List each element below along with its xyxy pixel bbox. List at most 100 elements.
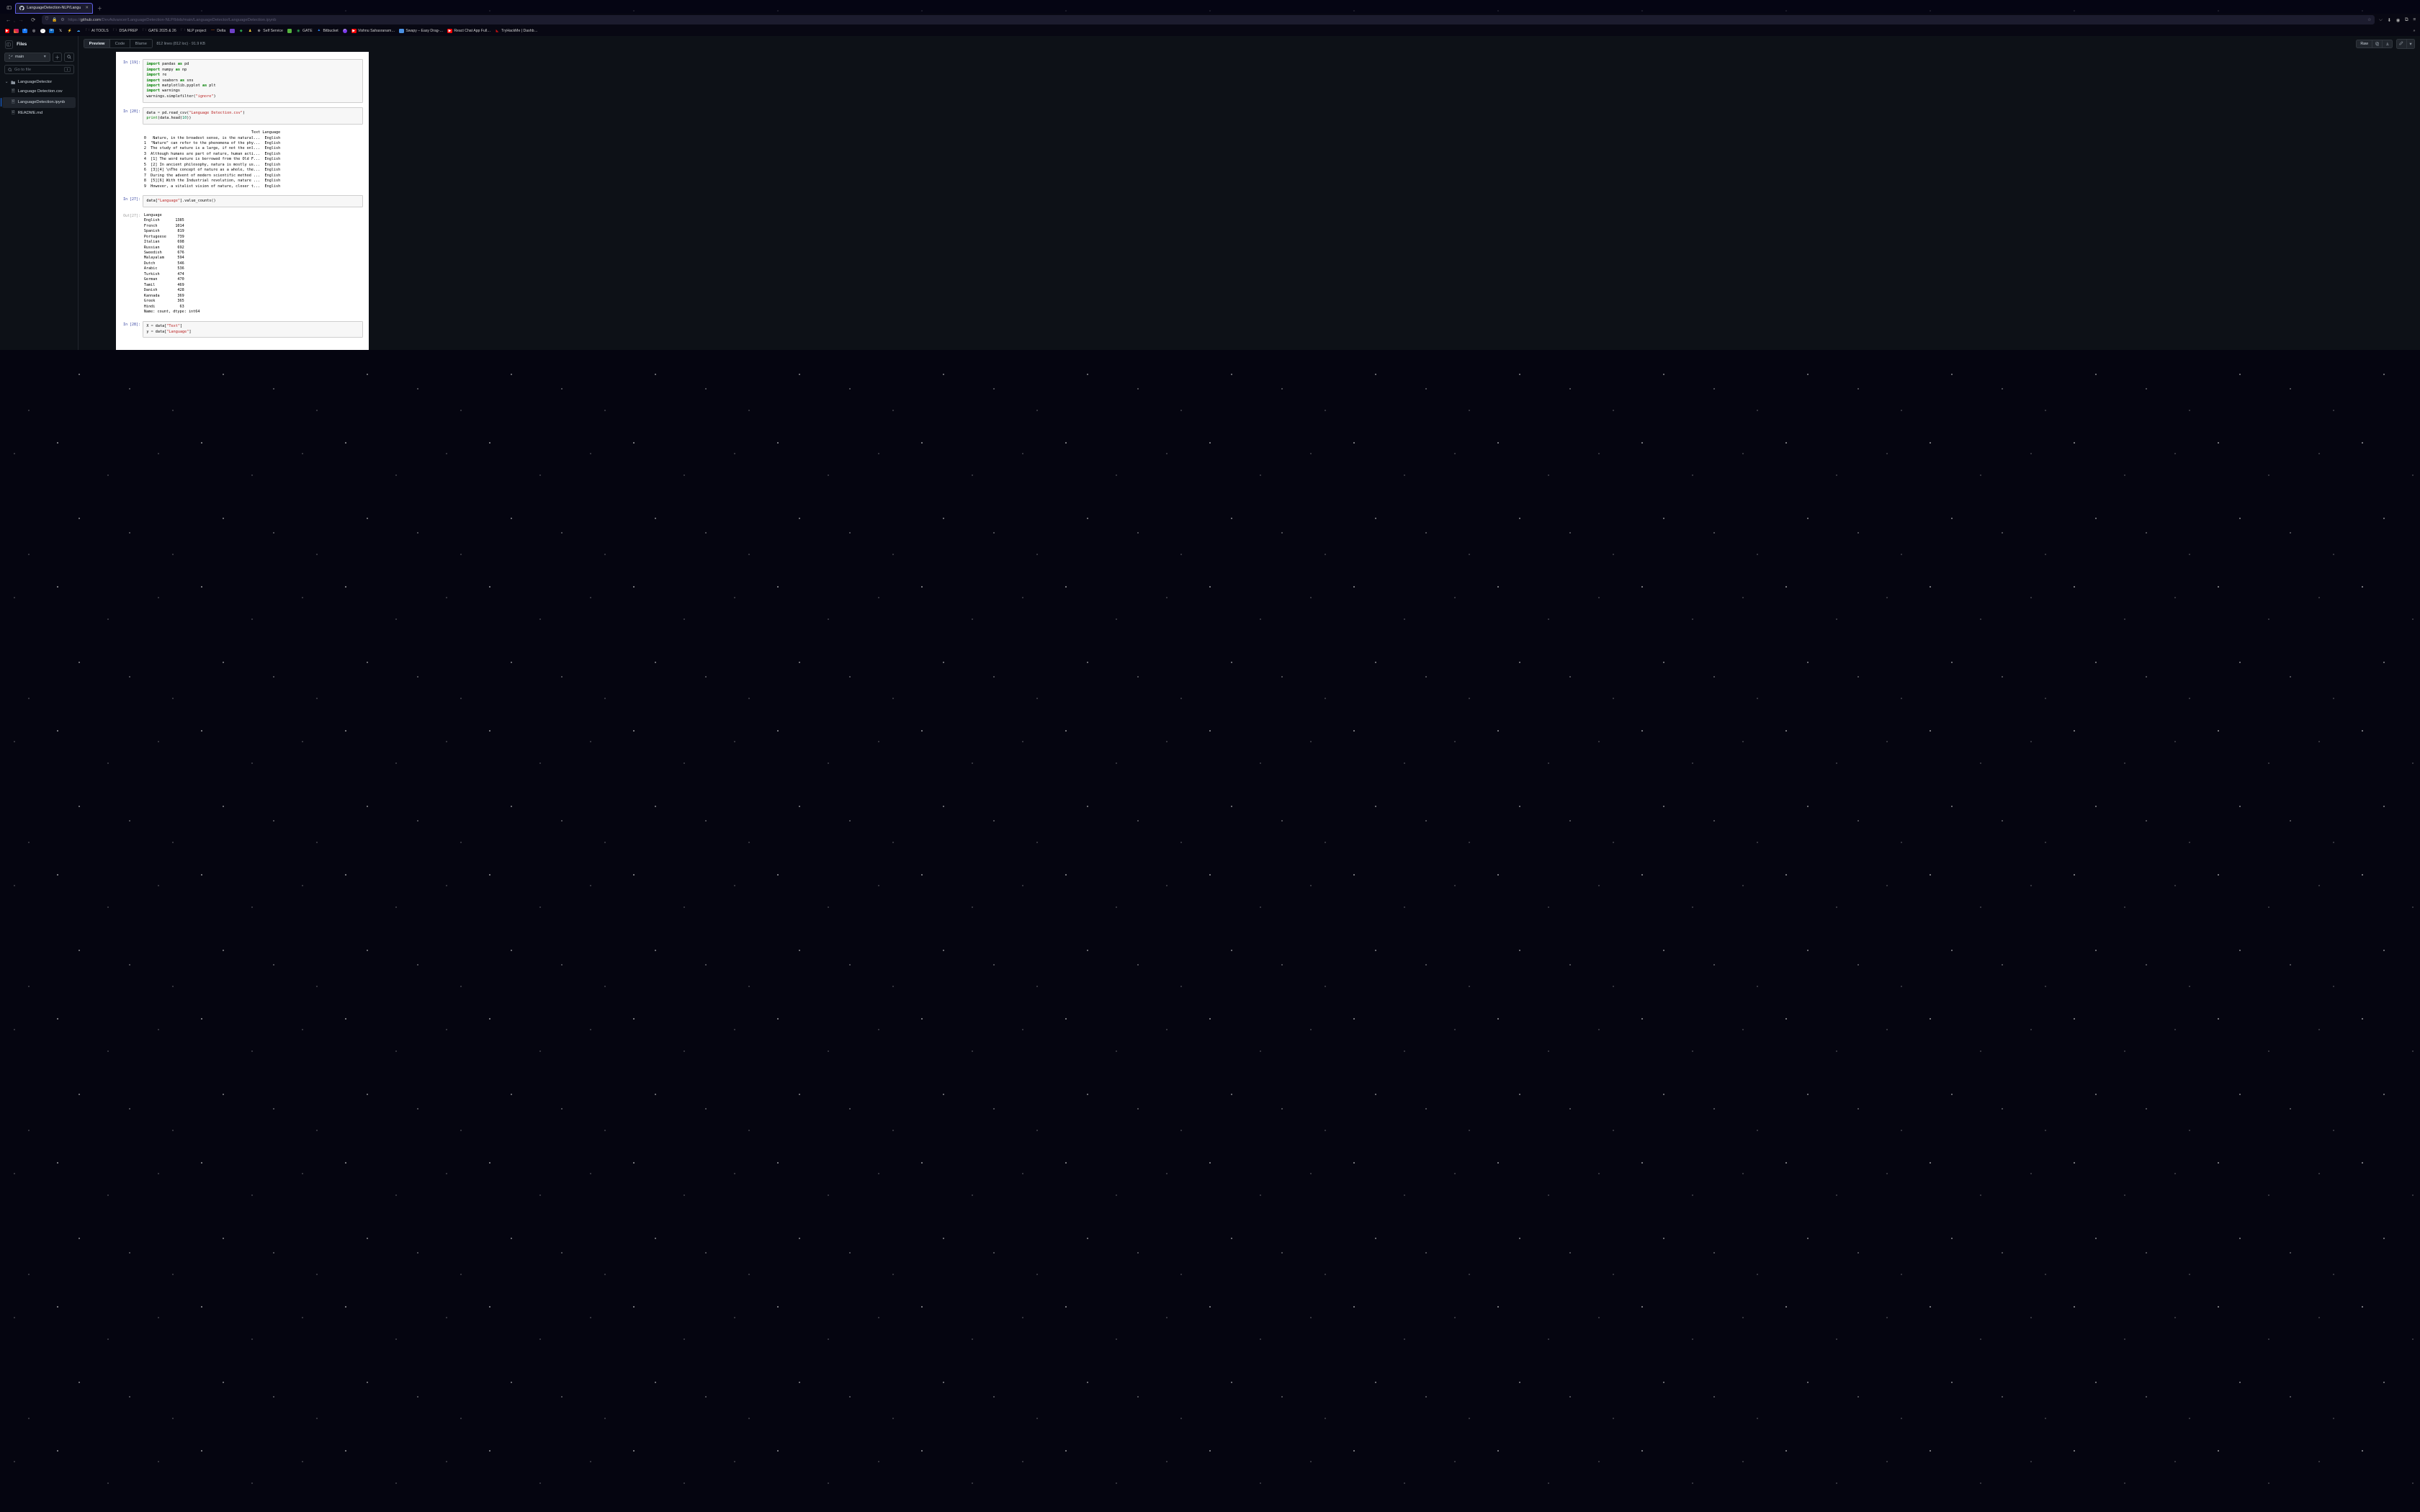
cell-input[interactable]: data = pd.read_csv("Language Detection.c…: [143, 107, 363, 125]
bookmark-item[interactable]: [14, 29, 19, 34]
bookmark-item[interactable]: ♡: [40, 29, 45, 34]
pencil-icon: [2399, 41, 2403, 45]
folder-icon: [11, 81, 16, 85]
bookmark-folder[interactable]: 🗀GATE 2025 & 26: [142, 29, 176, 34]
bookmark-item[interactable]: in: [49, 29, 54, 34]
browser-tabstrip: LanguageDetection-NLP/Langu ✕ ＋: [0, 0, 2420, 14]
bookmark-item[interactable]: ▶: [5, 29, 10, 34]
edit-menu-button[interactable]: ▾: [2407, 39, 2416, 49]
bookmark-item[interactable]: Swapy – Easy Drag-…: [399, 29, 443, 34]
bookmark-item[interactable]: ♟: [248, 29, 253, 34]
bookmark-item[interactable]: P: [343, 29, 348, 34]
bookmark-item[interactable]: ◆: [238, 29, 243, 34]
close-icon[interactable]: ✕: [85, 6, 89, 10]
tree-folder[interactable]: ⌄ LanguageDetector: [2, 78, 76, 86]
tree-file[interactable]: 🗎 README.md: [2, 108, 76, 119]
chevron-down-icon: ▾: [44, 55, 46, 59]
github-icon: [19, 6, 24, 11]
cell-input[interactable]: import pandas as pd import numpy as np i…: [143, 59, 363, 103]
cell-prompt: In [19]:: [122, 59, 143, 103]
bookmark-item[interactable]: ▲Bitbucket: [316, 29, 338, 34]
bookmarks-bar: ▶ f ◎ ♡ in 𝕏 ⚡ ☁ 🗀AI TOOLS 🗀DSA PREP 🗀GA…: [0, 26, 2420, 35]
code-cell: In [19]: import pandas as pd import nump…: [122, 59, 363, 103]
bookmark-folder[interactable]: 🗀NLP project: [181, 29, 207, 34]
bookmark-item[interactable]: ◉GATE: [296, 29, 313, 34]
extensions-icon[interactable]: ⧉: [2405, 17, 2408, 23]
account-icon[interactable]: ◉: [2396, 17, 2401, 23]
lock-icon: 🔒: [52, 18, 57, 22]
download-icon: [2385, 42, 2390, 46]
code-cell: In [20]: data = pd.read_csv("Language De…: [122, 107, 363, 125]
tab-preview[interactable]: Preview: [84, 40, 109, 48]
cell-prompt: Out[27]:: [122, 212, 143, 316]
search-icon: [67, 55, 71, 59]
cell-input[interactable]: data["Language"].value_counts(): [143, 195, 363, 207]
branch-selector[interactable]: main ▾: [4, 53, 50, 62]
shield-icon: ⛉: [45, 17, 48, 22]
file-meta: 812 lines (812 loc) · 91.9 KB: [156, 42, 205, 46]
bookmark-item[interactable]: ◎: [32, 29, 37, 34]
bookmark-item[interactable]: ▶React Chat App Full…: [447, 29, 490, 34]
bookmark-item[interactable]: ◣TryHackMe | Dashb…: [495, 29, 538, 34]
forward-button[interactable]: →: [17, 16, 25, 24]
tab-title: LanguageDetection-NLP/Langu: [27, 6, 83, 10]
file-icon: 🗎: [11, 109, 16, 117]
bookmark-folder[interactable]: 🗀AI TOOLS: [85, 29, 109, 34]
pocket-icon[interactable]: ⌵: [2379, 17, 2383, 23]
back-button[interactable]: ←: [4, 16, 13, 24]
raw-button[interactable]: Raw: [2356, 40, 2372, 48]
main-content: Preview Code Blame 812 lines (812 loc) ·…: [79, 36, 2420, 350]
code-cell: In [27]: data["Language"].value_counts(): [122, 195, 363, 207]
edit-button[interactable]: [2396, 39, 2407, 49]
files-sidebar: Files main ▾ ＋ Go to file t ⌄: [0, 36, 79, 350]
bookmark-item[interactable]: [287, 29, 292, 34]
output-cell: Out[27]: Language English 1385 French 10…: [122, 212, 363, 316]
view-mode-tabs: Preview Code Blame: [84, 39, 153, 48]
bookmark-item[interactable]: —Delta: [210, 29, 225, 34]
bookmark-item[interactable]: 𝕏: [58, 29, 63, 34]
search-icon: [8, 68, 12, 72]
cell-output: Language English 1385 French 1014 Spanis…: [143, 212, 363, 316]
tree-file-selected[interactable]: 🗎 LanguageDetection.ipynb: [2, 97, 76, 108]
add-file-button[interactable]: ＋: [53, 53, 62, 62]
cell-prompt: [122, 129, 143, 190]
bookmarks-overflow-icon[interactable]: »: [2414, 29, 2416, 33]
file-filter-input[interactable]: Go to file t: [4, 65, 74, 74]
new-tab-button[interactable]: ＋: [95, 4, 104, 12]
url-bar[interactable]: ⛉ 🔒 ⚙ https://github.com/DevAdvancer/Lan…: [42, 15, 2375, 24]
cell-input[interactable]: X = data["Text"] y = data["Language"]: [143, 321, 363, 338]
file-toolbar: Preview Code Blame 812 lines (812 loc) ·…: [79, 36, 2420, 52]
bookmark-item[interactable]: ⊕Self Service: [256, 29, 283, 34]
file-icon: 🗎: [11, 88, 16, 95]
sidebar-title: Files: [17, 42, 27, 47]
reload-button[interactable]: ⟳: [29, 16, 37, 24]
cell-prompt: In [27]:: [122, 195, 143, 207]
url-text: https://github.com/DevAdvancer/LanguageD…: [68, 18, 2364, 22]
downloads-icon[interactable]: ⬇: [2388, 17, 2392, 23]
file-tree: ⌄ LanguageDetector 🗎 Language Detection.…: [0, 76, 78, 120]
cell-output: Text Language 0 Nature, in the broadest …: [143, 129, 363, 190]
menu-icon[interactable]: ≡: [2413, 17, 2416, 23]
bookmark-item[interactable]: ☁: [76, 29, 81, 34]
search-button[interactable]: [64, 53, 73, 62]
file-icon: 🗎: [11, 99, 16, 106]
tab-blame[interactable]: Blame: [130, 40, 152, 48]
tree-file[interactable]: 🗎 Language Detection.csv: [2, 86, 76, 97]
bookmark-item[interactable]: [230, 29, 235, 34]
star-icon[interactable]: ☆: [2367, 18, 2371, 22]
tab-code[interactable]: Code: [109, 40, 130, 48]
bookmark-item[interactable]: ▶Vishnu Sahasranam…: [351, 29, 395, 34]
cell-prompt: In [28]:: [122, 321, 143, 338]
bookmark-item[interactable]: ⚡: [67, 29, 72, 34]
collapse-sidebar-button[interactable]: [5, 40, 14, 49]
copy-icon: [2375, 42, 2380, 46]
tune-icon[interactable]: ⚙: [60, 18, 64, 22]
download-button[interactable]: [2383, 40, 2393, 48]
bookmark-item[interactable]: f: [22, 29, 27, 34]
bookmark-folder[interactable]: 🗀DSA PREP: [112, 29, 138, 34]
browser-tab[interactable]: LanguageDetection-NLP/Langu ✕: [15, 3, 92, 14]
copy-button[interactable]: [2372, 40, 2383, 48]
sidebar-toggle-icon[interactable]: [4, 3, 14, 12]
chevron-down-icon: ⌄: [5, 80, 9, 84]
branch-icon: [9, 55, 13, 59]
